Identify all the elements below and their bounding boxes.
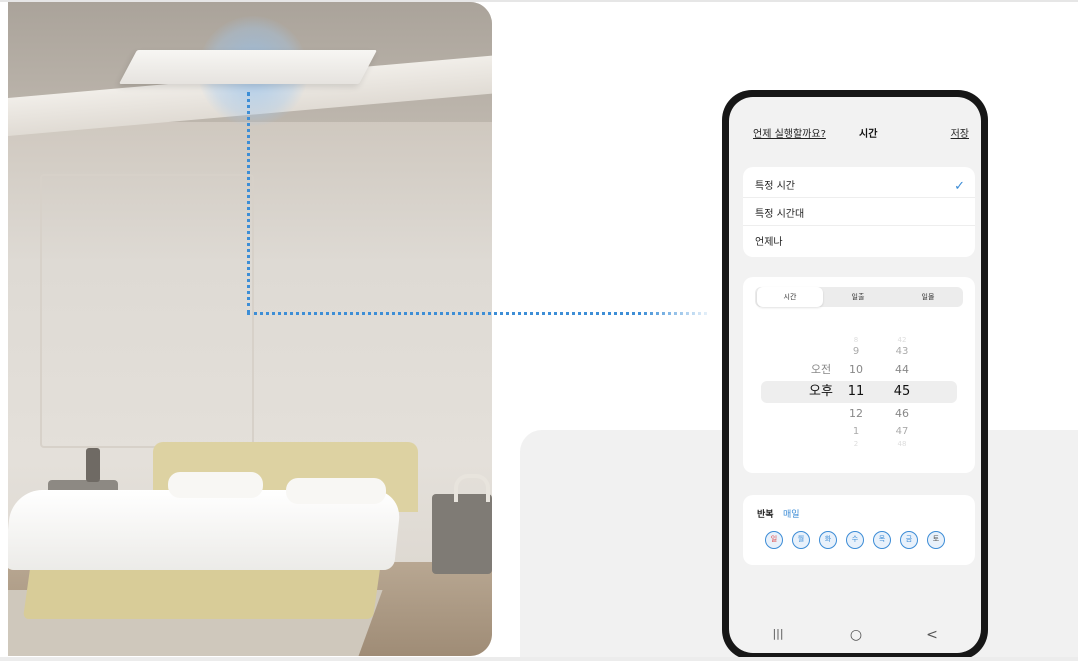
minute-option[interactable]: 44: [885, 363, 919, 377]
when-to-run-link[interactable]: 언제 실행할까요?: [753, 125, 826, 140]
repeat-value: 매일: [783, 510, 800, 520]
wall-molding: [40, 174, 254, 448]
repeat-label: 반복: [757, 510, 774, 520]
time-picker-card: 시간 일출 일몰 오전 오후 8 9 10 11 12 1 2 42 43 44…: [743, 277, 975, 473]
ceiling-air-conditioner: [118, 50, 378, 84]
day-friday[interactable]: 금: [900, 531, 918, 549]
phone-screen: 언제 실행할까요? 시간 저장 특정 시간 ✓ 특정 시간대 언제나 시간 일출…: [729, 97, 981, 653]
recent-apps-icon[interactable]: |||: [763, 627, 793, 640]
pillow: [168, 472, 263, 498]
save-button[interactable]: 저장: [951, 125, 969, 140]
divider: [743, 197, 975, 198]
connector-line-horizontal: [247, 312, 707, 315]
repeat-card: 반복 매일 일 월 화 수 목 금 토: [743, 495, 975, 565]
ampm-selected[interactable]: 오후: [801, 385, 841, 399]
connector-fade: [640, 308, 710, 318]
minute-option[interactable]: 43: [885, 345, 919, 359]
lamp: [454, 474, 490, 502]
tab-time[interactable]: 시간: [757, 287, 823, 307]
connector-line-vertical: [247, 92, 250, 314]
option-time-range[interactable]: 특정 시간대: [755, 205, 804, 220]
tab-sunset[interactable]: 일몰: [895, 287, 961, 307]
day-saturday[interactable]: 토: [927, 531, 945, 549]
hour-option[interactable]: 2: [841, 437, 871, 451]
day-thursday[interactable]: 목: [873, 531, 891, 549]
option-anytime[interactable]: 언제나: [755, 233, 783, 248]
vase: [86, 448, 100, 482]
day-monday[interactable]: 월: [792, 531, 810, 549]
tab-sunrise[interactable]: 일출: [825, 287, 891, 307]
page-title: 시간: [859, 129, 878, 140]
time-type-segmented-control: 시간 일출 일몰: [755, 287, 963, 307]
check-icon: ✓: [954, 179, 965, 194]
bedroom-photo: [8, 2, 492, 656]
minute-selected[interactable]: 45: [885, 385, 919, 399]
pillow: [286, 478, 386, 504]
minute-option[interactable]: 46: [885, 407, 919, 421]
back-icon[interactable]: <: [917, 627, 947, 643]
bottom-border: [0, 657, 1078, 661]
hour-option[interactable]: 12: [841, 407, 871, 421]
smartphone: 언제 실행할까요? 시간 저장 특정 시간 ✓ 특정 시간대 언제나 시간 일출…: [722, 90, 988, 660]
minute-option[interactable]: 48: [885, 437, 919, 451]
hour-option[interactable]: 10: [841, 363, 871, 377]
right-nightstand: [432, 494, 492, 574]
day-tuesday[interactable]: 화: [819, 531, 837, 549]
home-icon[interactable]: ○: [841, 627, 871, 643]
hour-option[interactable]: 9: [841, 345, 871, 359]
ampm-option[interactable]: 오전: [801, 363, 841, 377]
time-option-list: 특정 시간 ✓ 특정 시간대 언제나: [743, 167, 975, 257]
option-specific-time[interactable]: 특정 시간: [755, 177, 795, 192]
divider: [743, 225, 975, 226]
day-sunday[interactable]: 일: [765, 531, 783, 549]
day-wednesday[interactable]: 수: [846, 531, 864, 549]
hour-selected[interactable]: 11: [841, 385, 871, 399]
android-nav-bar: ||| ○ <: [729, 617, 981, 653]
